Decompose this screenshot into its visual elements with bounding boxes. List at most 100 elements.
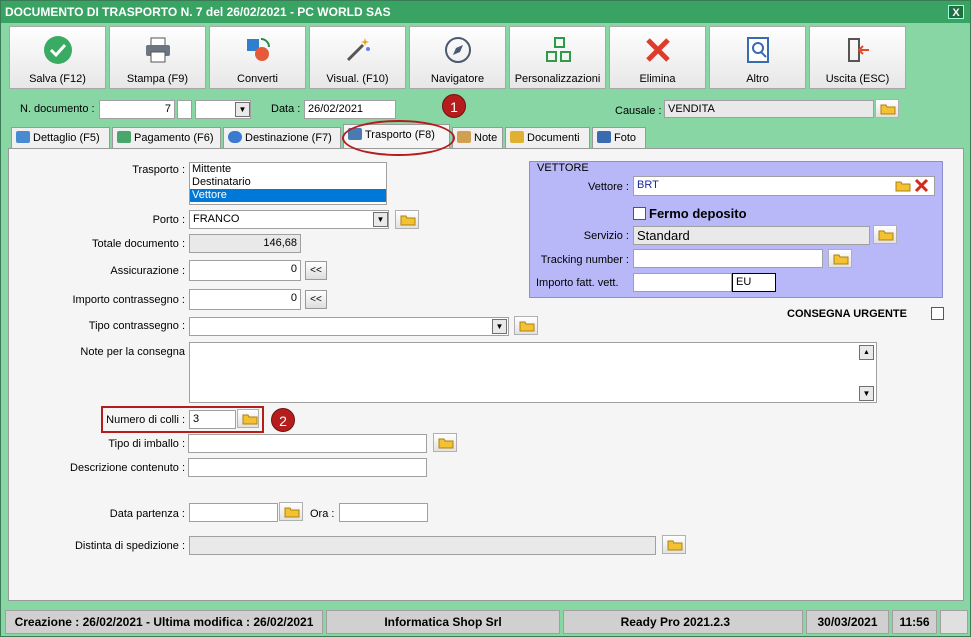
tipo-contrassegno-select[interactable] — [189, 317, 509, 336]
status-date: 30/03/2021 — [806, 610, 889, 634]
exit-icon — [847, 38, 869, 62]
imballo-folder-button[interactable] — [433, 433, 457, 452]
window-title-bar: DOCUMENTO DI TRASPORTO N. 7 del 26/02/20… — [1, 1, 970, 23]
causale-folder-button[interactable] — [875, 99, 899, 118]
convert-label: Converti — [237, 73, 278, 85]
porto-label: Porto : — [152, 214, 185, 226]
tracking-folder-button[interactable] — [828, 249, 852, 268]
print-button[interactable]: Stampa (F9) — [109, 26, 206, 89]
descrizione-label: Descrizione contenuto : — [70, 462, 185, 474]
folder-icon[interactable] — [895, 180, 911, 192]
tab-label: Dettaglio (F5) — [33, 132, 100, 144]
causale-label: Causale : — [615, 105, 662, 117]
doc-suffix-input[interactable] — [177, 100, 192, 119]
folder-icon — [242, 414, 258, 425]
totale-value: 146,68 — [189, 234, 301, 253]
convert-icon — [246, 38, 270, 61]
tab-dettaglio[interactable]: Dettaglio (F5) — [11, 127, 110, 149]
more-button[interactable]: Altro — [709, 26, 806, 89]
tab-pagamento[interactable]: Pagamento (F6) — [112, 127, 221, 149]
currency-input[interactable]: EU — [732, 273, 776, 292]
colli-folder-button[interactable] — [237, 409, 259, 428]
distinta-label: Distinta di spedizione : — [74, 540, 185, 552]
tab-highlight-ellipse — [342, 120, 455, 156]
ora-input[interactable] — [339, 503, 428, 522]
folder-icon — [400, 215, 416, 226]
folder-icon — [519, 321, 535, 332]
contrassegno-input[interactable]: 0 — [189, 289, 301, 310]
check-circle-icon — [43, 36, 72, 64]
folder-icon — [880, 104, 896, 115]
tab-note[interactable]: Note — [452, 127, 503, 149]
tracking-input[interactable] — [633, 249, 823, 268]
distinta-folder-button[interactable] — [662, 535, 686, 554]
doc-number-input[interactable]: 7 — [99, 100, 175, 119]
scroll-up-icon[interactable]: ▲ — [859, 345, 874, 360]
colli-input[interactable]: 3 — [189, 410, 236, 429]
totale-label: Totale documento : — [92, 238, 185, 250]
descrizione-input[interactable] — [188, 458, 427, 477]
assicurazione-input[interactable]: 0 — [189, 260, 301, 281]
servizio-folder-button[interactable] — [873, 225, 897, 244]
porto-folder-button[interactable] — [395, 210, 419, 229]
trasporto-label: Trasporto : — [132, 164, 185, 176]
vettore-group-title: VETTORE — [537, 162, 589, 174]
convert-button[interactable]: Converti — [209, 26, 306, 89]
customize-button[interactable]: Personalizzazioni — [509, 26, 606, 89]
trasporto-listbox[interactable]: Mittente Destinatario Vettore — [189, 162, 387, 205]
tab-destinazione[interactable]: Destinazione (F7) — [223, 127, 341, 149]
callout-2: 2 — [271, 408, 295, 432]
porto-select[interactable]: FRANCO — [189, 210, 389, 229]
close-window-button[interactable]: X — [948, 5, 964, 19]
list-item[interactable]: Destinatario — [190, 176, 386, 189]
contrassegno-copy-button[interactable]: << — [305, 290, 327, 309]
exit-label: Uscita (ESC) — [825, 73, 890, 85]
list-item[interactable]: Mittente — [190, 163, 386, 176]
importo-vettore-input[interactable] — [633, 273, 732, 292]
scroll-down-icon[interactable]: ▼ — [859, 386, 874, 401]
consegna-urgente-label: CONSEGNA URGENTE — [787, 308, 907, 320]
servizio-input[interactable]: Standard — [633, 226, 870, 245]
list-item-selected[interactable]: Vettore — [190, 189, 386, 202]
fermo-deposito-checkbox[interactable] — [633, 207, 646, 220]
more-label: Altro — [746, 73, 769, 85]
chevron-down-icon[interactable]: ▼ — [373, 212, 388, 227]
status-dates: Creazione : 26/02/2021 - Ultima modifica… — [5, 610, 323, 634]
table-icon — [16, 131, 30, 143]
tab-foto[interactable]: Foto — [592, 127, 646, 149]
data-partenza-folder-button[interactable] — [279, 502, 303, 521]
assicurazione-label: Assicurazione : — [110, 265, 185, 277]
fermo-deposito-label: Fermo deposito — [649, 206, 747, 221]
visual-button[interactable]: Visual. (F10) — [309, 26, 406, 89]
note-consegna-textarea[interactable] — [189, 342, 877, 403]
status-time: 11:56 — [892, 610, 937, 634]
causale-input[interactable]: VENDITA — [664, 100, 874, 118]
consegna-urgente-checkbox[interactable] — [931, 307, 944, 320]
tab-label: Documenti — [527, 132, 580, 144]
importo-vettore-label: Importo fatt. vett. — [536, 277, 619, 289]
assicurazione-copy-button[interactable]: << — [305, 261, 327, 280]
window-title: DOCUMENTO DI TRASPORTO N. 7 del 26/02/20… — [5, 5, 391, 19]
navigator-button[interactable]: Navigatore — [409, 26, 506, 89]
customize-label: Personalizzazioni — [514, 73, 601, 85]
print-label: Stampa (F9) — [126, 73, 189, 85]
delete-button[interactable]: Elimina — [609, 26, 706, 89]
tab-documenti[interactable]: Documenti — [505, 127, 590, 149]
chevron-down-icon[interactable]: ▼ — [492, 319, 507, 334]
save-button[interactable]: Salva (F12) — [9, 26, 106, 89]
visual-label: Visual. (F10) — [326, 73, 389, 85]
clear-x-icon[interactable] — [914, 178, 929, 193]
contrassegno-label: Importo contrassegno : — [72, 294, 185, 306]
callout-1: 1 — [442, 94, 466, 118]
date-input[interactable]: 26/02/2021 — [304, 100, 396, 119]
save-label: Salva (F12) — [29, 73, 86, 85]
note-consegna-label: Note per la consegna — [80, 346, 185, 358]
data-partenza-input[interactable] — [189, 503, 278, 522]
vettore-input[interactable]: BRT — [633, 176, 935, 196]
chevron-down-icon[interactable]: ▼ — [235, 102, 250, 117]
resize-grip-icon[interactable] — [940, 610, 968, 634]
exit-button[interactable]: Uscita (ESC) — [809, 26, 906, 89]
distinta-input[interactable] — [189, 536, 656, 555]
imballo-input[interactable] — [188, 434, 427, 453]
tipo-contrassegno-folder-button[interactable] — [514, 316, 538, 335]
